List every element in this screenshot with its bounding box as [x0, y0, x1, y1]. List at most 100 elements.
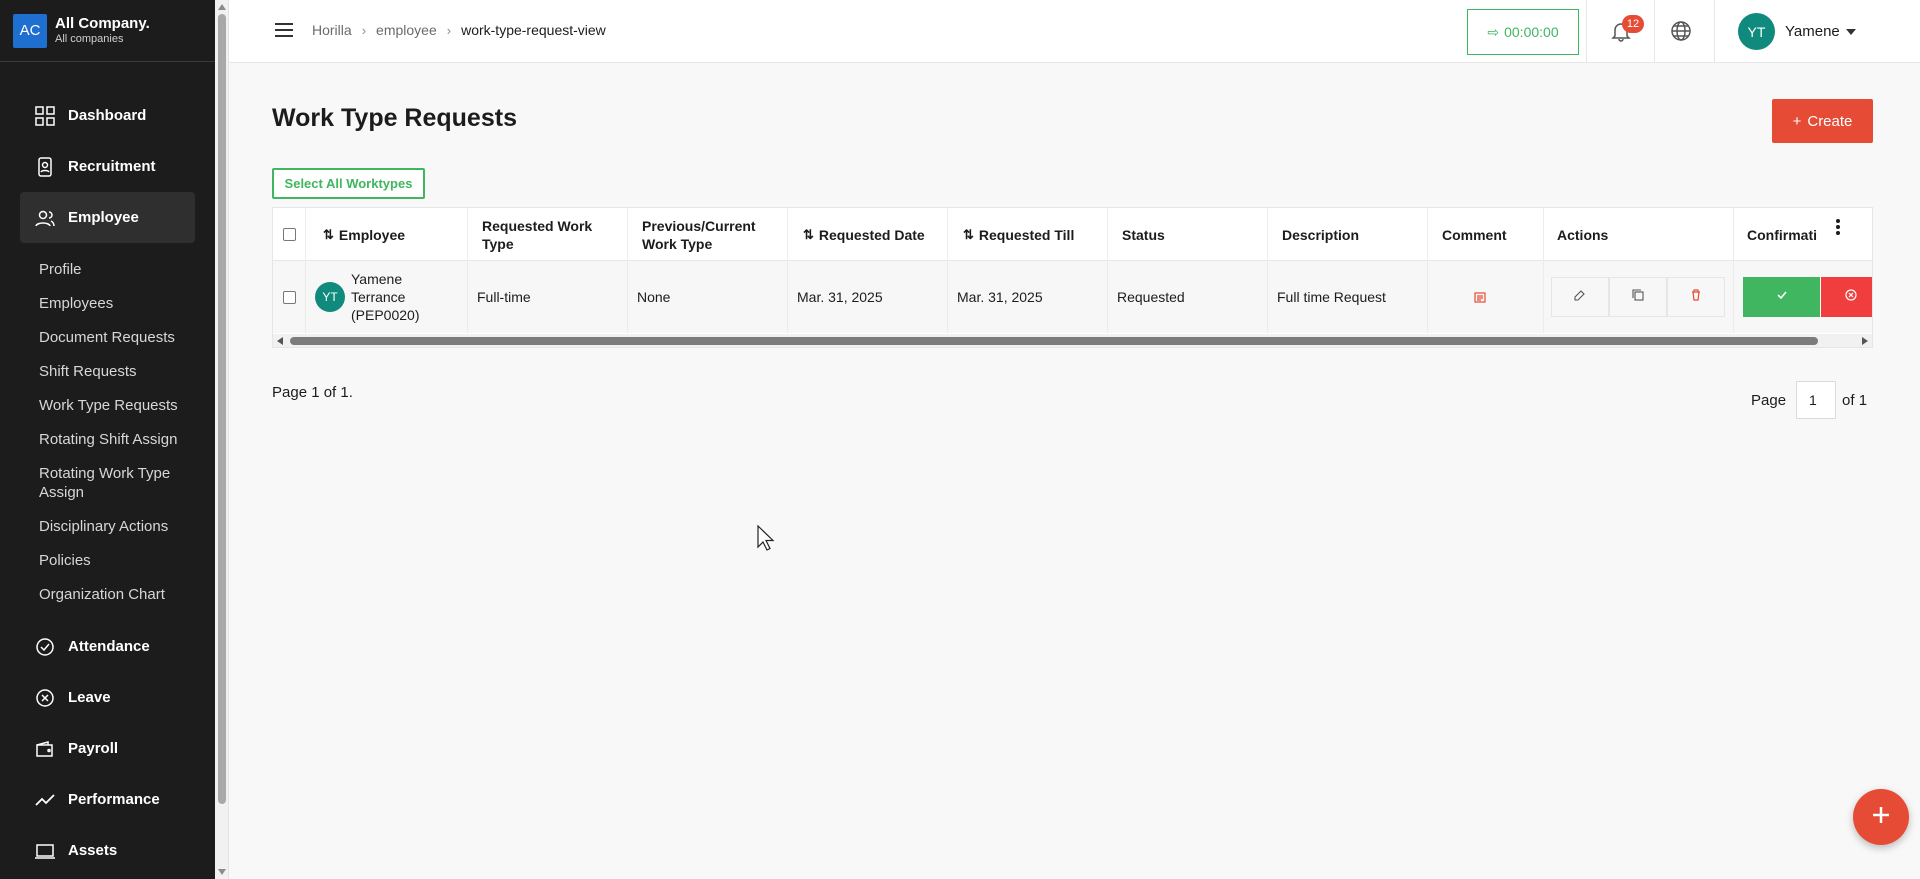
comment-icon[interactable]	[1474, 261, 1486, 333]
sidebar-item-label: Assets	[68, 842, 118, 859]
sidebar-item-payroll[interactable]: Payroll	[20, 723, 195, 774]
select-all-checkbox[interactable]	[283, 228, 296, 241]
scroll-left-icon[interactable]	[277, 337, 283, 345]
sidebar-subitem-document-requests[interactable]: Document Requests	[0, 320, 215, 354]
reject-button[interactable]	[1821, 277, 1872, 317]
table-horizontal-scrollbar[interactable]	[273, 334, 1872, 347]
table-header: ⇅ Employee Requested Work Type Previous/…	[273, 208, 1872, 261]
quick-add-button[interactable]	[1853, 789, 1909, 845]
divider	[1733, 208, 1734, 333]
work-type-requests-table: ⇅ Employee Requested Work Type Previous/…	[272, 207, 1873, 348]
divider	[1107, 208, 1108, 333]
scroll-right-icon[interactable]	[1862, 337, 1868, 345]
sidebar-item-performance[interactable]: Performance	[20, 774, 195, 825]
chevron-down-icon	[1845, 28, 1856, 35]
sidebar-subitem-organization-chart[interactable]: Organization Chart	[0, 577, 215, 611]
sidebar-item-attendance[interactable]: Attendance	[20, 621, 195, 672]
sidebar-item-label: Dashboard	[68, 107, 147, 124]
previous-work-type-cell: None	[637, 289, 671, 305]
company-switcher[interactable]: AC All Company. All companies	[0, 0, 215, 62]
timer-value: 00:00:00	[1504, 24, 1559, 40]
divider	[1267, 208, 1268, 333]
sidebar-subitem-disciplinary-actions[interactable]: Disciplinary Actions	[0, 509, 215, 543]
assets-icon	[34, 840, 56, 862]
sidebar-subitem-rotating-shift-assign[interactable]: Rotating Shift Assign	[0, 422, 215, 456]
sidebar-item-label: Attendance	[68, 638, 150, 655]
copy-icon	[1632, 288, 1644, 306]
leave-icon	[34, 687, 56, 709]
divider	[1427, 208, 1428, 333]
sidebar-item-label: Payroll	[68, 740, 119, 757]
sidebar-item-recruitment[interactable]: Recruitment	[20, 141, 195, 192]
page-title: Work Type Requests	[272, 104, 517, 132]
recruitment-icon	[34, 156, 56, 178]
select-all-worktypes-button[interactable]: Select All Worktypes	[272, 168, 425, 199]
sidebar-scrollbar[interactable]	[215, 0, 229, 879]
sidebar-subitem-rotating-work-type-assign[interactable]: Rotating Work Type Assign	[0, 456, 215, 509]
clock-in-button[interactable]: ⇨ 00:00:00	[1467, 9, 1579, 55]
sidebar: AC All Company. All companies Dashboard …	[0, 0, 215, 879]
row-checkbox[interactable]	[283, 290, 296, 304]
status-cell: Requested	[1117, 289, 1185, 305]
payroll-icon	[34, 738, 56, 760]
divider	[1654, 0, 1655, 63]
sidebar-subitem-shift-requests[interactable]: Shift Requests	[0, 354, 215, 388]
sidebar-subitem-employees[interactable]: Employees	[0, 286, 215, 320]
scrollbar-thumb[interactable]	[218, 14, 226, 804]
sidebar-item-label: Recruitment	[68, 158, 156, 175]
sidebar-item-dashboard[interactable]: Dashboard	[20, 90, 195, 141]
sidebar-item-label: Employee	[68, 209, 139, 226]
table-row[interactable]: YT Yamene Terrance (PEP0020) Full-time N…	[273, 261, 1872, 333]
user-name: Yamene	[1785, 23, 1840, 40]
duplicate-button[interactable]	[1609, 277, 1667, 317]
scrollbar-thumb[interactable]	[290, 337, 1818, 345]
scroll-up-icon[interactable]	[218, 4, 226, 10]
topbar: Horilla › employee › work-type-request-v…	[229, 0, 1920, 63]
company-name: All Company.	[55, 15, 150, 32]
employee-cell: YT Yamene Terrance (PEP0020)	[315, 261, 431, 333]
clock-in-icon: ⇨	[1487, 23, 1500, 40]
employee-icon	[34, 207, 56, 229]
requested-date-cell: Mar. 31, 2025	[797, 289, 883, 305]
check-icon	[1776, 288, 1788, 306]
sidebar-subitem-profile[interactable]: Profile	[0, 252, 215, 286]
user-menu[interactable]: YT Yamene	[1738, 13, 1856, 50]
plus-icon	[1871, 805, 1891, 830]
sidebar-item-leave[interactable]: Leave	[20, 672, 195, 723]
header-requested-date[interactable]: ⇅ Requested Date	[803, 208, 925, 261]
sidebar-subitem-work-type-requests[interactable]: Work Type Requests	[0, 388, 215, 422]
create-button[interactable]: + Create	[1772, 99, 1873, 143]
row-checkbox-cell	[283, 261, 296, 333]
page-number-input[interactable]: 1	[1796, 381, 1837, 419]
breadcrumb-item[interactable]: employee	[376, 22, 437, 38]
sidebar-subitem-policies[interactable]: Policies	[0, 543, 215, 577]
header-previous-work-type: Previous/Current Work Type	[642, 217, 756, 252]
approve-button[interactable]	[1743, 277, 1820, 317]
globe-icon[interactable]	[1670, 20, 1692, 42]
header-label: Requested Till	[978, 226, 1075, 243]
page-total: of 1	[1842, 391, 1868, 409]
requested-work-type-cell: Full-time	[477, 289, 531, 305]
requested-till-cell: Mar. 31, 2025	[957, 289, 1043, 305]
divider	[627, 208, 628, 333]
breadcrumb-item[interactable]: Horilla	[312, 22, 352, 38]
delete-button[interactable]	[1667, 277, 1725, 317]
sidebar-item-employee[interactable]: Employee	[20, 192, 195, 243]
sidebar-item-assets[interactable]: Assets	[20, 825, 195, 876]
header-status: Status	[1122, 226, 1165, 243]
page-label: Page	[1751, 391, 1787, 409]
description-cell: Full time Request	[1277, 289, 1386, 305]
header-label: Requested Date	[818, 226, 925, 243]
scroll-down-icon[interactable]	[218, 869, 226, 875]
header-employee[interactable]: ⇅ Employee	[323, 208, 405, 261]
header-requested-till[interactable]: ⇅ Requested Till	[963, 208, 1074, 261]
header-comment: Comment	[1442, 226, 1507, 243]
chevron-right-icon: ›	[361, 22, 367, 38]
more-vertical-icon[interactable]	[1836, 219, 1840, 235]
menu-toggle-icon[interactable]	[275, 23, 293, 37]
edit-icon	[1574, 288, 1586, 306]
breadcrumb-current: work-type-request-view	[461, 22, 606, 38]
notification-badge: 12	[1622, 15, 1644, 33]
edit-button[interactable]	[1551, 277, 1609, 317]
company-logo: AC	[13, 13, 47, 48]
